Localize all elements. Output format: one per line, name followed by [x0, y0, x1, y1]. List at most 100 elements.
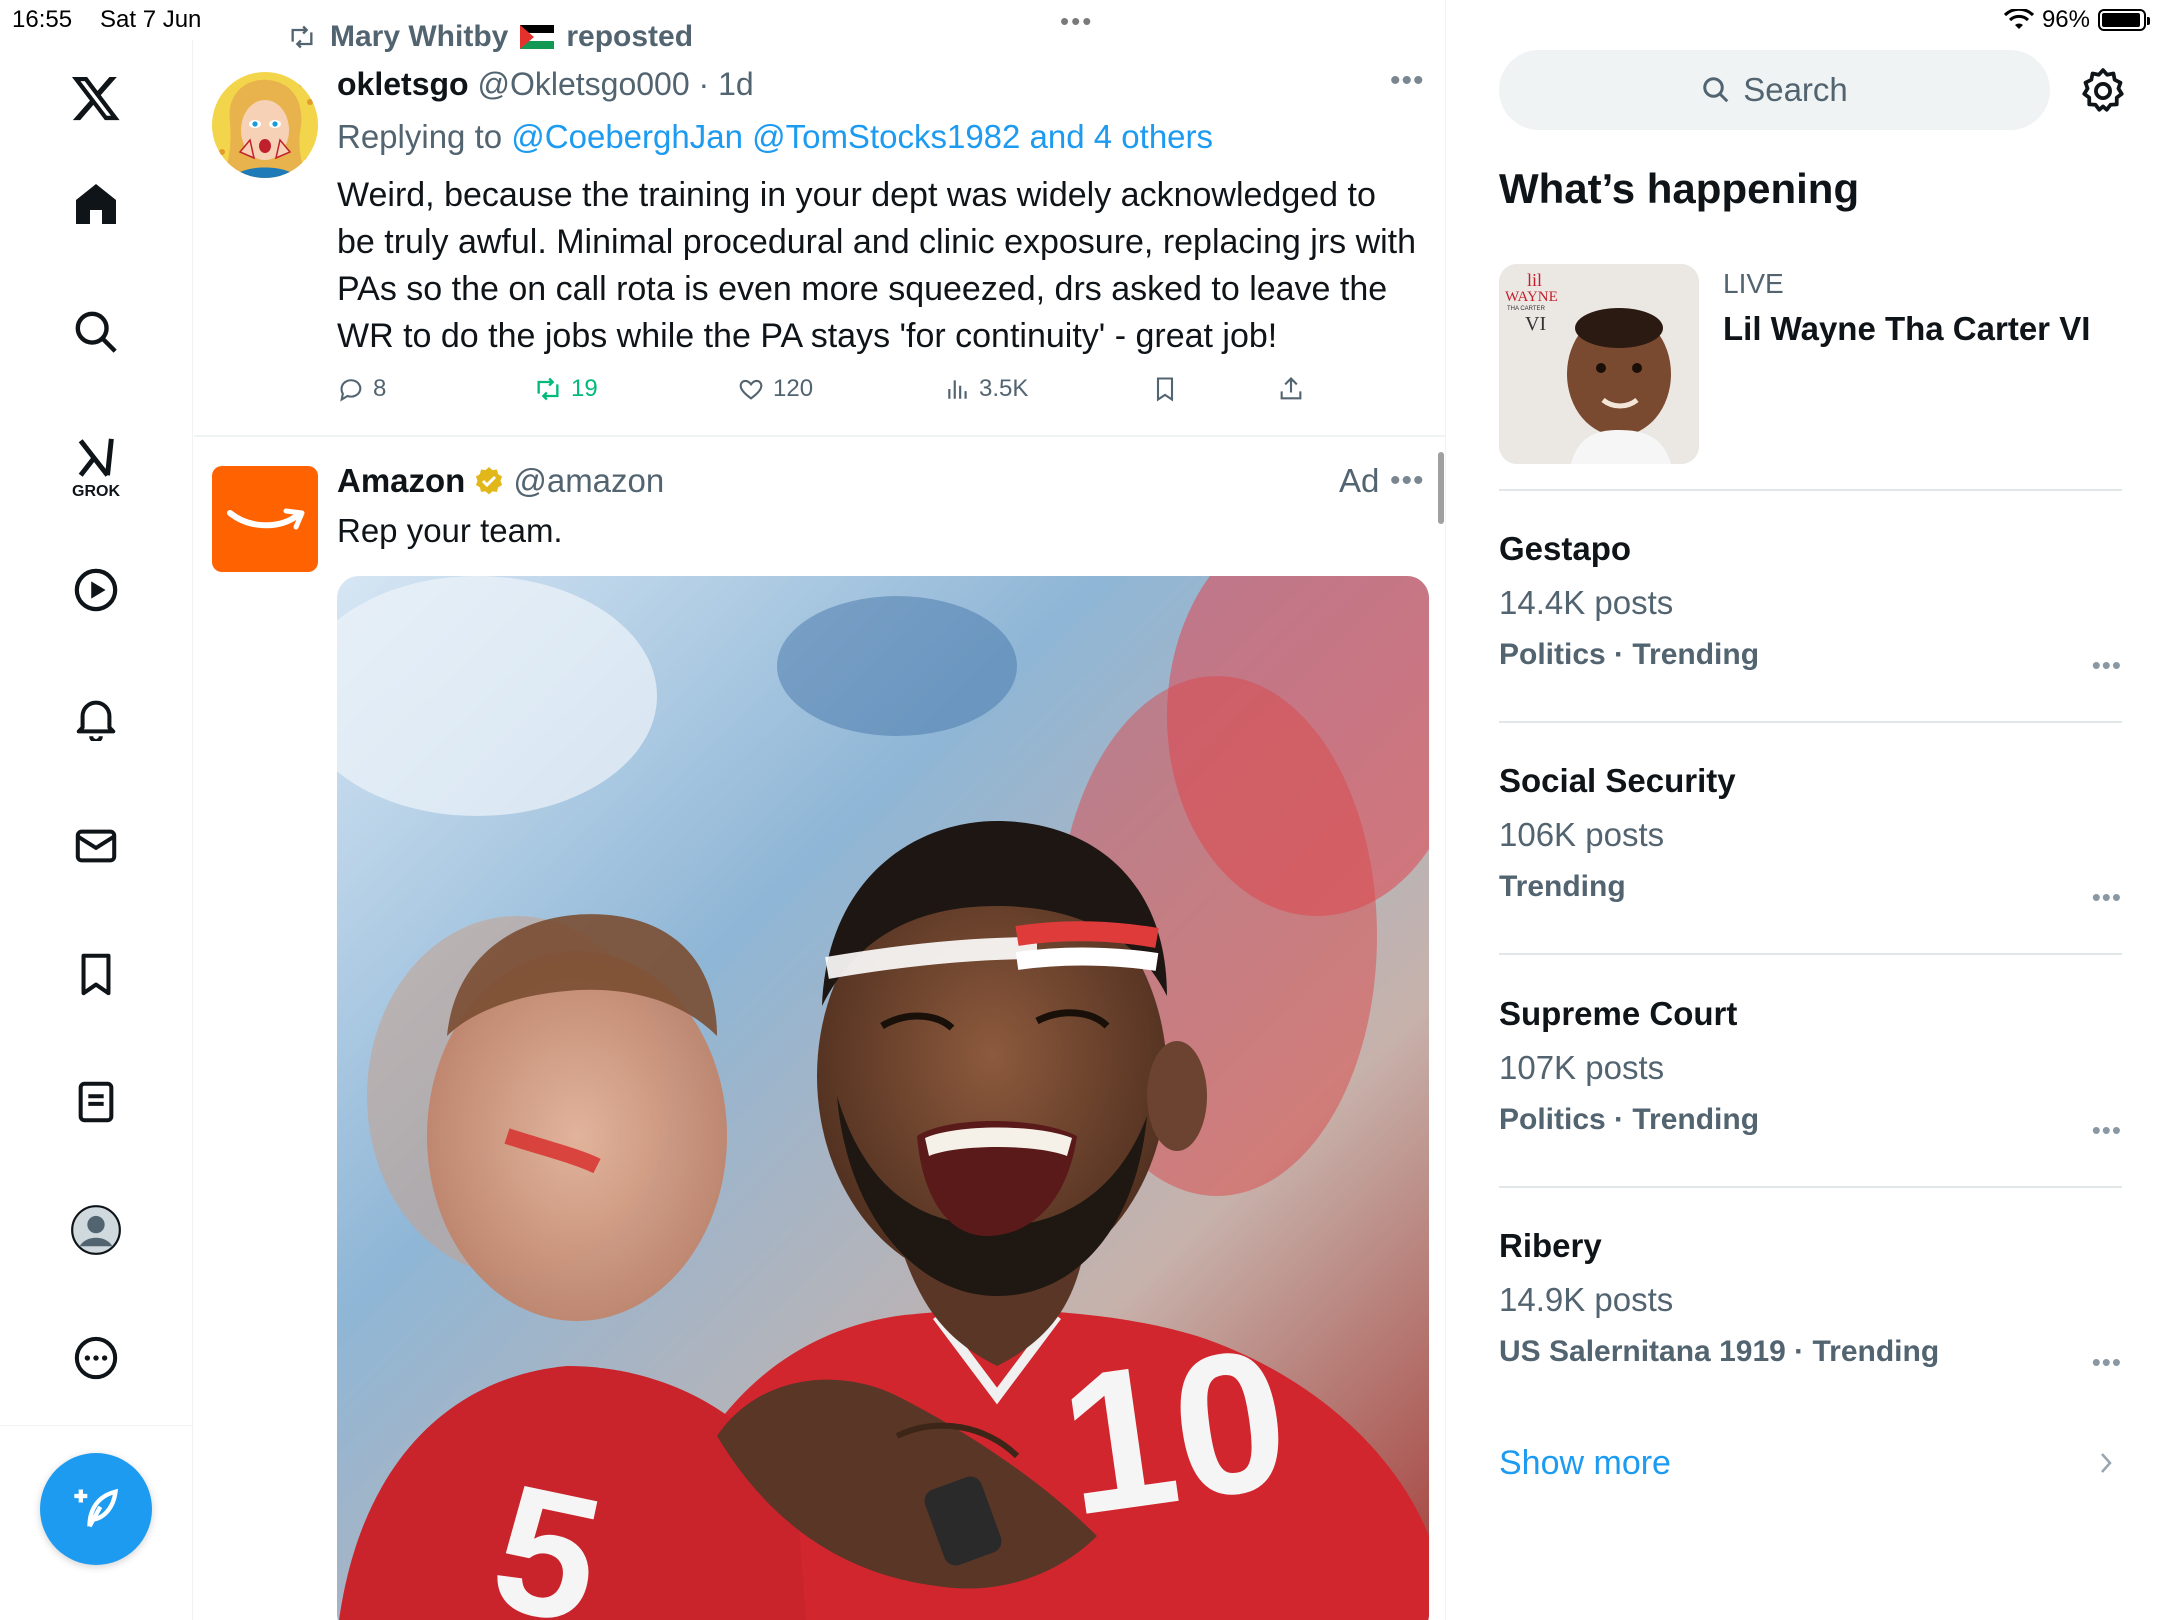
status-indicators: 96%	[2003, 6, 2150, 34]
bookmark-button[interactable]	[1151, 375, 1179, 403]
gear-icon	[2082, 68, 2124, 112]
trend-name: Ribery	[1499, 1227, 1602, 1264]
search-icon[interactable]	[62, 298, 130, 366]
ad-label: Ad	[1339, 462, 1380, 499]
live-title[interactable]: Lil Wayne Tha Carter VI	[1723, 310, 2090, 348]
repost-user[interactable]: Mary Whitby	[330, 20, 508, 54]
compose-icon	[74, 1488, 119, 1528]
trend-meta: US Salernitana 1919 · Trending	[1499, 1335, 1940, 1368]
like-count: 120	[773, 375, 814, 402]
palestine-flag-icon	[520, 25, 555, 49]
chevron-right-icon[interactable]	[2096, 1448, 2116, 1478]
home-icon[interactable]	[62, 170, 130, 238]
main-feed: Mary Whitby reposted okletsgo @Okletsgo0…	[194, 0, 1446, 1620]
avatar[interactable]	[212, 72, 318, 178]
trend-meta: Politics · Trending	[1499, 1103, 1760, 1136]
ad-text: Rep your team.	[337, 512, 563, 549]
trend-meta: Politics · Trending	[1499, 638, 1760, 671]
trend-divider	[1499, 721, 2122, 723]
tweet-header: okletsgo @Okletsgo000 · 1d	[337, 66, 754, 103]
views-icon	[948, 380, 967, 399]
live-label: LIVE	[1723, 268, 1784, 299]
left-nav: GROK	[0, 40, 193, 1620]
ad-author-name[interactable]: Amazon	[337, 462, 465, 500]
show-more-link[interactable]: Show more	[1499, 1444, 1671, 1483]
replying-prefix: Replying to	[337, 118, 503, 155]
amazon-smile-icon	[227, 508, 305, 530]
repost-context[interactable]: Mary Whitby reposted	[286, 20, 693, 54]
tweet-more-icon[interactable]: •••	[1390, 64, 1425, 98]
trend-count: 107K posts	[1499, 1049, 1665, 1086]
trend-more-icon[interactable]: •••	[2092, 1347, 2122, 1378]
repost-icon	[537, 377, 559, 401]
reply-button[interactable]: 8	[337, 375, 386, 403]
author-name[interactable]: okletsgo	[337, 66, 469, 102]
share-icon	[1280, 377, 1302, 400]
thumb-lil: lil	[1527, 270, 1542, 290]
scrollbar[interactable]	[1438, 452, 1444, 524]
repost-suffix: reposted	[566, 20, 694, 53]
ad-image[interactable]: 10 5	[337, 576, 1429, 1620]
repost-button[interactable]: 19	[533, 375, 598, 403]
share-button[interactable]	[1277, 375, 1305, 403]
bookmarks-icon[interactable]	[62, 940, 130, 1008]
trend-name: Social Security	[1499, 762, 1736, 799]
battery-icon	[2098, 9, 2150, 31]
views-count: 3.5K	[979, 375, 1029, 402]
trend-item[interactable]: Supreme Court 107K posts Politics · Tren…	[1499, 995, 2122, 1145]
wifi-icon	[2003, 9, 2034, 29]
search-placeholder: Search	[1743, 71, 1848, 108]
author-handle[interactable]: @Okletsgo000	[477, 66, 689, 102]
trend-item[interactable]: Ribery 14.9K posts US Salernitana 1919 ·…	[1499, 1227, 2122, 1377]
repost-icon	[291, 25, 313, 49]
fans-photo: 10 5	[337, 576, 1429, 1620]
trend-name: Gestapo	[1499, 530, 1632, 567]
tweet-text: Weird, because the training in your dept…	[337, 176, 1417, 355]
amazon-avatar[interactable]	[212, 466, 318, 572]
trend-item[interactable]: Gestapo 14.4K posts Politics · Trending …	[1499, 530, 2122, 680]
video-icon[interactable]	[62, 556, 130, 624]
more-icon[interactable]	[62, 1324, 130, 1392]
search-input[interactable]: Search	[1499, 50, 2050, 130]
tweet-actions: 8 19 120 3.5K	[337, 375, 1445, 415]
compose-button[interactable]	[40, 1453, 152, 1565]
reply-count: 8	[373, 375, 387, 402]
status-date: Sat 7 Jun	[100, 6, 202, 33]
trend-divider	[1499, 489, 2122, 491]
lists-icon[interactable]	[62, 1068, 130, 1136]
trend-count: 106K posts	[1499, 816, 1665, 853]
bookmark-icon	[1156, 377, 1174, 402]
x-logo[interactable]	[62, 64, 130, 132]
tweet-time[interactable]: · 1d	[699, 66, 754, 102]
trend-item[interactable]: Social Security 106K posts Trending •••	[1499, 762, 2122, 912]
trend-more-icon[interactable]: •••	[2092, 650, 2122, 681]
nav-divider	[0, 1425, 193, 1426]
replying-to-users[interactable]: @CoeberghJan @TomStocks1982 and 4 others	[511, 118, 1213, 155]
thumb-vi: VI	[1525, 313, 1546, 335]
grok-icon[interactable]: GROK	[62, 426, 130, 510]
profile-icon[interactable]	[62, 1196, 130, 1264]
reply-icon	[340, 379, 362, 402]
ad-more-icon[interactable]: •••	[1390, 464, 1425, 498]
trend-name: Supreme Court	[1499, 995, 1738, 1032]
battery-percent: 96%	[2041, 6, 2090, 33]
verified-badge-icon	[476, 467, 503, 495]
messages-icon[interactable]	[62, 812, 130, 880]
trend-more-icon[interactable]: •••	[2092, 1115, 2122, 1146]
settings-button[interactable]	[2078, 66, 2128, 116]
ad-author-handle[interactable]: @amazon	[513, 462, 664, 500]
trend-divider	[1499, 953, 2122, 955]
views-button[interactable]: 3.5K	[945, 375, 1028, 403]
trend-count: 14.4K posts	[1499, 584, 1674, 621]
notifications-icon[interactable]	[62, 684, 130, 752]
thumb-tha-carter: THA CARTER	[1507, 306, 1546, 312]
trend-meta: Trending	[1499, 870, 1626, 903]
trend-more-icon[interactable]: •••	[2092, 882, 2122, 913]
thumb-wayne: WAYNE	[1505, 289, 1558, 305]
live-event-thumbnail[interactable]: lil WAYNE THA CARTER VI	[1499, 264, 1699, 464]
like-button[interactable]: 120	[737, 375, 813, 403]
heart-icon	[739, 379, 763, 400]
search-icon	[1703, 77, 1729, 103]
feed-divider	[194, 435, 1445, 437]
jersey-number-10: 10	[1049, 1306, 1300, 1558]
